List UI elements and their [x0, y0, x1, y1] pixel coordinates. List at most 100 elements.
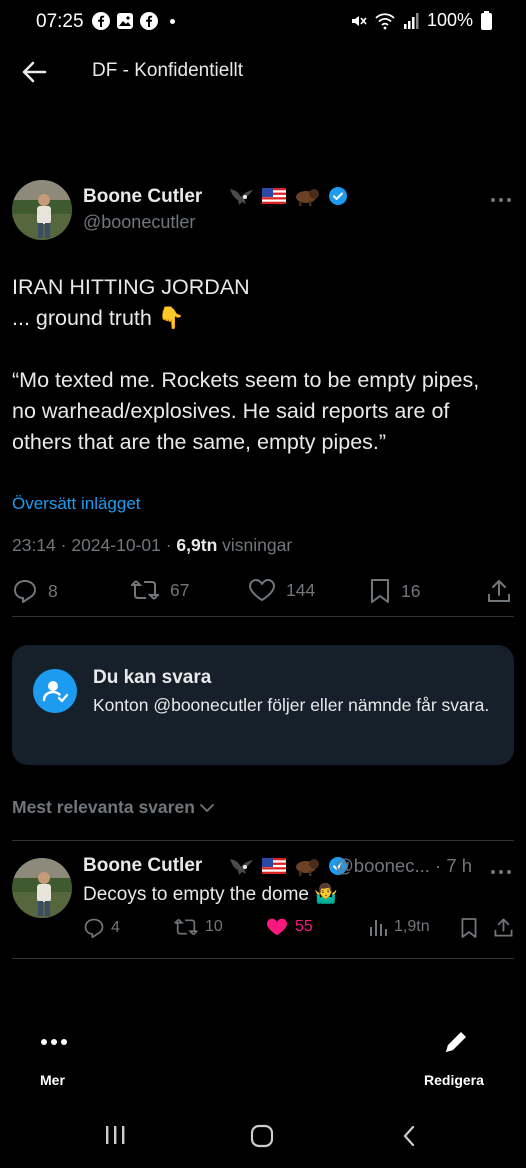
share-icon — [494, 918, 513, 937]
home-icon — [250, 1124, 274, 1148]
repost-button[interactable]: 67 — [130, 578, 189, 602]
reply-permission-icon — [33, 669, 77, 713]
post-text-line — [12, 334, 516, 365]
more-horizontal-icon — [491, 198, 511, 202]
verified-badge-icon — [329, 187, 347, 205]
edit-button[interactable]: Redigera — [406, 1024, 506, 1094]
pencil-icon — [446, 1032, 466, 1052]
reply-views-button[interactable]: 1,9tn — [368, 917, 430, 937]
back-button[interactable] — [20, 58, 52, 86]
repost-icon — [174, 918, 198, 936]
reply-bookmark-button[interactable] — [460, 917, 478, 939]
more-horizontal-icon — [41, 1039, 67, 1045]
like-button[interactable]: 144 — [248, 578, 315, 602]
author-handle[interactable]: @boonecutler — [83, 212, 195, 233]
heart-icon — [249, 579, 275, 601]
wifi-icon — [375, 12, 395, 29]
reply-repost-count: 10 — [205, 918, 223, 935]
bison-icon — [296, 189, 319, 206]
reply-more-options-button[interactable] — [490, 858, 512, 881]
reply-item[interactable]: Boone Cutler @boonec... · 7 h Decoys to … — [12, 850, 514, 950]
bookmark-button[interactable]: 16 — [369, 578, 420, 604]
home-button[interactable] — [250, 1124, 274, 1153]
status-time: 07:25 — [36, 11, 84, 32]
repost-count: 67 — [170, 579, 190, 600]
reply-handle-time: @boonec... · 7 h — [335, 855, 473, 876]
post-author: Boone Cutler @boonecutler — [12, 180, 514, 244]
reply-share-button[interactable] — [493, 917, 514, 938]
divider — [12, 616, 514, 617]
reply-restriction-card: Du kan svara Konton @boonecutler följer … — [12, 645, 514, 765]
post-actions: 8 67 144 16 — [12, 578, 514, 608]
reply-actions: 4 10 55 1,9tn — [83, 917, 514, 941]
reply-author-name[interactable]: Boone Cutler — [83, 855, 202, 877]
views-chart-icon — [370, 920, 387, 936]
avatar[interactable] — [12, 858, 72, 918]
reply-reply-button[interactable]: 4 — [83, 917, 120, 939]
more-options-button[interactable] — [490, 186, 512, 209]
post-text-line: others that are the same, empty pipes.” — [12, 430, 387, 454]
page-title: DF - Konfidentiellt — [92, 60, 244, 81]
reply-like-count: 55 — [295, 918, 313, 935]
bookmark-icon — [461, 918, 477, 938]
recent-apps-icon — [106, 1126, 125, 1144]
repost-icon — [131, 580, 159, 600]
views-count: 6,9tn — [176, 535, 218, 555]
heart-filled-icon — [267, 918, 287, 936]
share-icon — [488, 580, 510, 602]
replies-sort-dropdown[interactable]: Mest relevanta svaren — [12, 797, 215, 818]
top-bar: DF - Konfidentiellt — [0, 48, 526, 96]
system-navigation-bar — [0, 1110, 526, 1168]
post-text: IRAN HITTING JORDAN ... ground truth 👇 “… — [12, 272, 516, 458]
divider — [12, 958, 514, 959]
translate-post-link[interactable]: Översätt inlägget — [12, 494, 141, 514]
reply-button[interactable]: 8 — [12, 578, 58, 604]
chevron-left-icon — [403, 1125, 415, 1147]
post-text-line: no warhead/explosives. He said reports a… — [12, 399, 450, 423]
avatar[interactable] — [12, 180, 72, 240]
us-flag-icon — [262, 858, 286, 874]
reply-icon — [14, 580, 36, 603]
chevron-down-icon — [199, 803, 214, 812]
recent-apps-button[interactable] — [104, 1124, 126, 1151]
bottom-action-bar: Mer Redigera — [0, 1010, 526, 1100]
author-name[interactable]: Boone Cutler — [83, 186, 202, 208]
notification-dot — [170, 18, 175, 24]
reply-restriction-title: Du kan svara — [93, 667, 212, 688]
back-nav-button[interactable] — [400, 1124, 418, 1153]
post-text-line: “Mo texted me. Rockets seem to be empty … — [12, 368, 480, 392]
mute-icon — [351, 15, 367, 26]
gallery-icon — [117, 13, 133, 29]
reply-icon — [84, 918, 104, 939]
more-button[interactable]: Mer — [30, 1024, 78, 1094]
post-text-line: ... ground truth 👇 — [12, 306, 185, 330]
edit-label: Redigera — [424, 1072, 484, 1088]
battery-percent: 100% — [426, 10, 473, 30]
eagle-icon — [230, 859, 253, 875]
reply-count: 8 — [48, 580, 58, 601]
system-icons: 100% — [349, 10, 492, 31]
like-count: 144 — [286, 579, 316, 600]
facebook-icon — [92, 12, 110, 30]
reply-restriction-body: Konton @boonecutler följer eller nämnde … — [93, 695, 490, 715]
post-text-line: IRAN HITTING JORDAN — [12, 275, 250, 299]
bison-icon — [296, 859, 319, 876]
views-label: visningar — [217, 535, 293, 555]
arrow-left-icon — [22, 61, 47, 83]
post-meta: 23:14 · 2024-10-01 · 6,9tn visningar — [12, 535, 292, 556]
share-button[interactable] — [486, 578, 512, 604]
reply-like-button[interactable]: 55 — [265, 917, 313, 937]
status-bar: 07:25 100% — [0, 0, 526, 44]
eagle-icon — [230, 189, 253, 205]
reply-text: Decoys to empty the dome 🤷‍♂️ — [83, 884, 338, 905]
facebook-icon — [140, 12, 158, 30]
reply-reply-count: 4 — [111, 919, 120, 936]
battery-icon — [481, 11, 492, 30]
author-emojis — [228, 185, 348, 207]
notification-icons — [92, 12, 175, 30]
reply-author-emojis — [228, 855, 348, 877]
bookmark-count: 16 — [401, 580, 421, 601]
us-flag-icon — [262, 188, 286, 204]
reply-repost-button[interactable]: 10 — [173, 917, 223, 937]
post-timestamp: 23:14 · 2024-10-01 · — [12, 535, 177, 555]
